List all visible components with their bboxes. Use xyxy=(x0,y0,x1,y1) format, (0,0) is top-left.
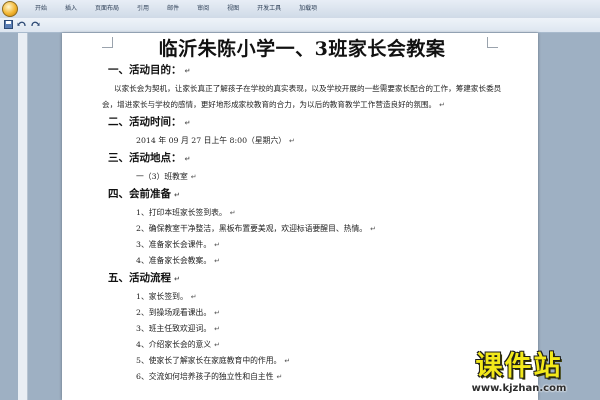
list-item: 4、准备家长会教案。 ↵ xyxy=(136,256,221,265)
list-item: 一（3）班教室 ↵ xyxy=(136,172,197,181)
section-heading: 五、活动流程 ↵ xyxy=(108,272,180,284)
tab-developer[interactable]: 开发工具 xyxy=(248,3,290,15)
tab-home[interactable]: 开始 xyxy=(26,3,56,15)
watermark-logo: 课件站 www.kjzhan.com xyxy=(444,351,594,397)
page-title: 临沂朱陈小学一、3班家长会教案 xyxy=(158,38,446,60)
paragraph-mark: ↵ xyxy=(289,137,295,145)
quick-access-toolbar xyxy=(0,18,600,33)
tab-review[interactable]: 审阅 xyxy=(188,3,218,15)
paragraph-mark: ↵ xyxy=(190,293,197,301)
tab-page-layout[interactable]: 页面布局 xyxy=(86,3,128,15)
paragraph-mark: ↵ xyxy=(184,119,191,127)
section-heading: 二、活动时间： ↵ xyxy=(108,116,191,128)
tab-view[interactable]: 视图 xyxy=(218,3,248,15)
logo-name: 课件站 xyxy=(475,351,563,382)
paragraph-mark: ↵ xyxy=(370,225,376,233)
save-icon[interactable] xyxy=(4,20,13,32)
office-button[interactable] xyxy=(2,1,18,17)
list-item: 1、家长签到。 ↵ xyxy=(136,292,197,301)
section-heading: 三、活动地点： ↵ xyxy=(108,152,191,164)
tab-mailings[interactable]: 邮件 xyxy=(158,3,188,15)
section-heading: 一、活动目的： ↵ xyxy=(108,64,191,76)
list-item: 2、确保教室干净整洁，黑板布置要美观，欢迎标语要醒目、热情。 ↵ xyxy=(136,224,376,233)
paragraph-mark: ↵ xyxy=(214,309,221,317)
paragraph-mark: ↵ xyxy=(184,67,191,75)
ribbon-tabs: 开始 插入 页面布局 引用 邮件 审阅 视图 开发工具 加载项 xyxy=(26,3,326,15)
paragraph-mark: ↵ xyxy=(439,101,445,109)
paragraph-mark: ↵ xyxy=(284,357,291,365)
section-heading: 四、会前准备 ↵ xyxy=(108,188,180,200)
list-item: 1、打印本班家长签到表。 ↵ xyxy=(136,208,236,217)
document-page[interactable]: 临沂朱陈小学一、3班家长会教案 一、活动目的： ↵ 以家长会为契机，让家长真正了解孩… xyxy=(62,33,538,400)
logo-url: www.kjzhan.com xyxy=(471,383,567,394)
paragraph-mark: ↵ xyxy=(174,191,180,199)
paragraph-mark: ↵ xyxy=(229,209,236,217)
list-item: 3、准备家长会课件。 ↵ xyxy=(136,240,221,249)
paragraph-mark: ↵ xyxy=(190,173,197,181)
paragraph-mark: ↵ xyxy=(184,155,191,163)
document-body: 临沂朱陈小学一、3班家长会教案 一、活动目的： ↵ 以家长会为契机，让家长真正了解孩… xyxy=(102,35,502,385)
paragraph-mark: ↵ xyxy=(214,325,221,333)
list-item: 2014 年 09 月 27 日上午 8:00（星期六） ↵ xyxy=(136,136,295,145)
paragraph-mark: ↵ xyxy=(214,257,221,265)
body-paragraph: 以家长会为契机，让家长真正了解孩子在学校的真实表现，以及学校开展的一些需要家长配… xyxy=(102,84,502,109)
list-item: 3、班主任致欢迎词。 ↵ xyxy=(136,324,221,333)
paragraph-mark: ↵ xyxy=(214,341,221,349)
paragraph-mark: ↵ xyxy=(174,275,180,283)
list-item: 2、到操场观看课出。 ↵ xyxy=(136,308,221,317)
tab-add-ins[interactable]: 加载项 xyxy=(290,3,326,15)
ribbon-bar: 开始 插入 页面布局 引用 邮件 审阅 视图 开发工具 加载项 xyxy=(0,0,600,19)
tab-insert[interactable]: 插入 xyxy=(56,3,86,15)
paragraph-mark: ↵ xyxy=(276,373,283,381)
redo-icon[interactable] xyxy=(30,20,40,32)
undo-icon[interactable] xyxy=(17,20,27,32)
vertical-ruler[interactable] xyxy=(18,33,28,400)
tab-references[interactable]: 引用 xyxy=(128,3,158,15)
paragraph-mark: ↵ xyxy=(214,241,221,249)
